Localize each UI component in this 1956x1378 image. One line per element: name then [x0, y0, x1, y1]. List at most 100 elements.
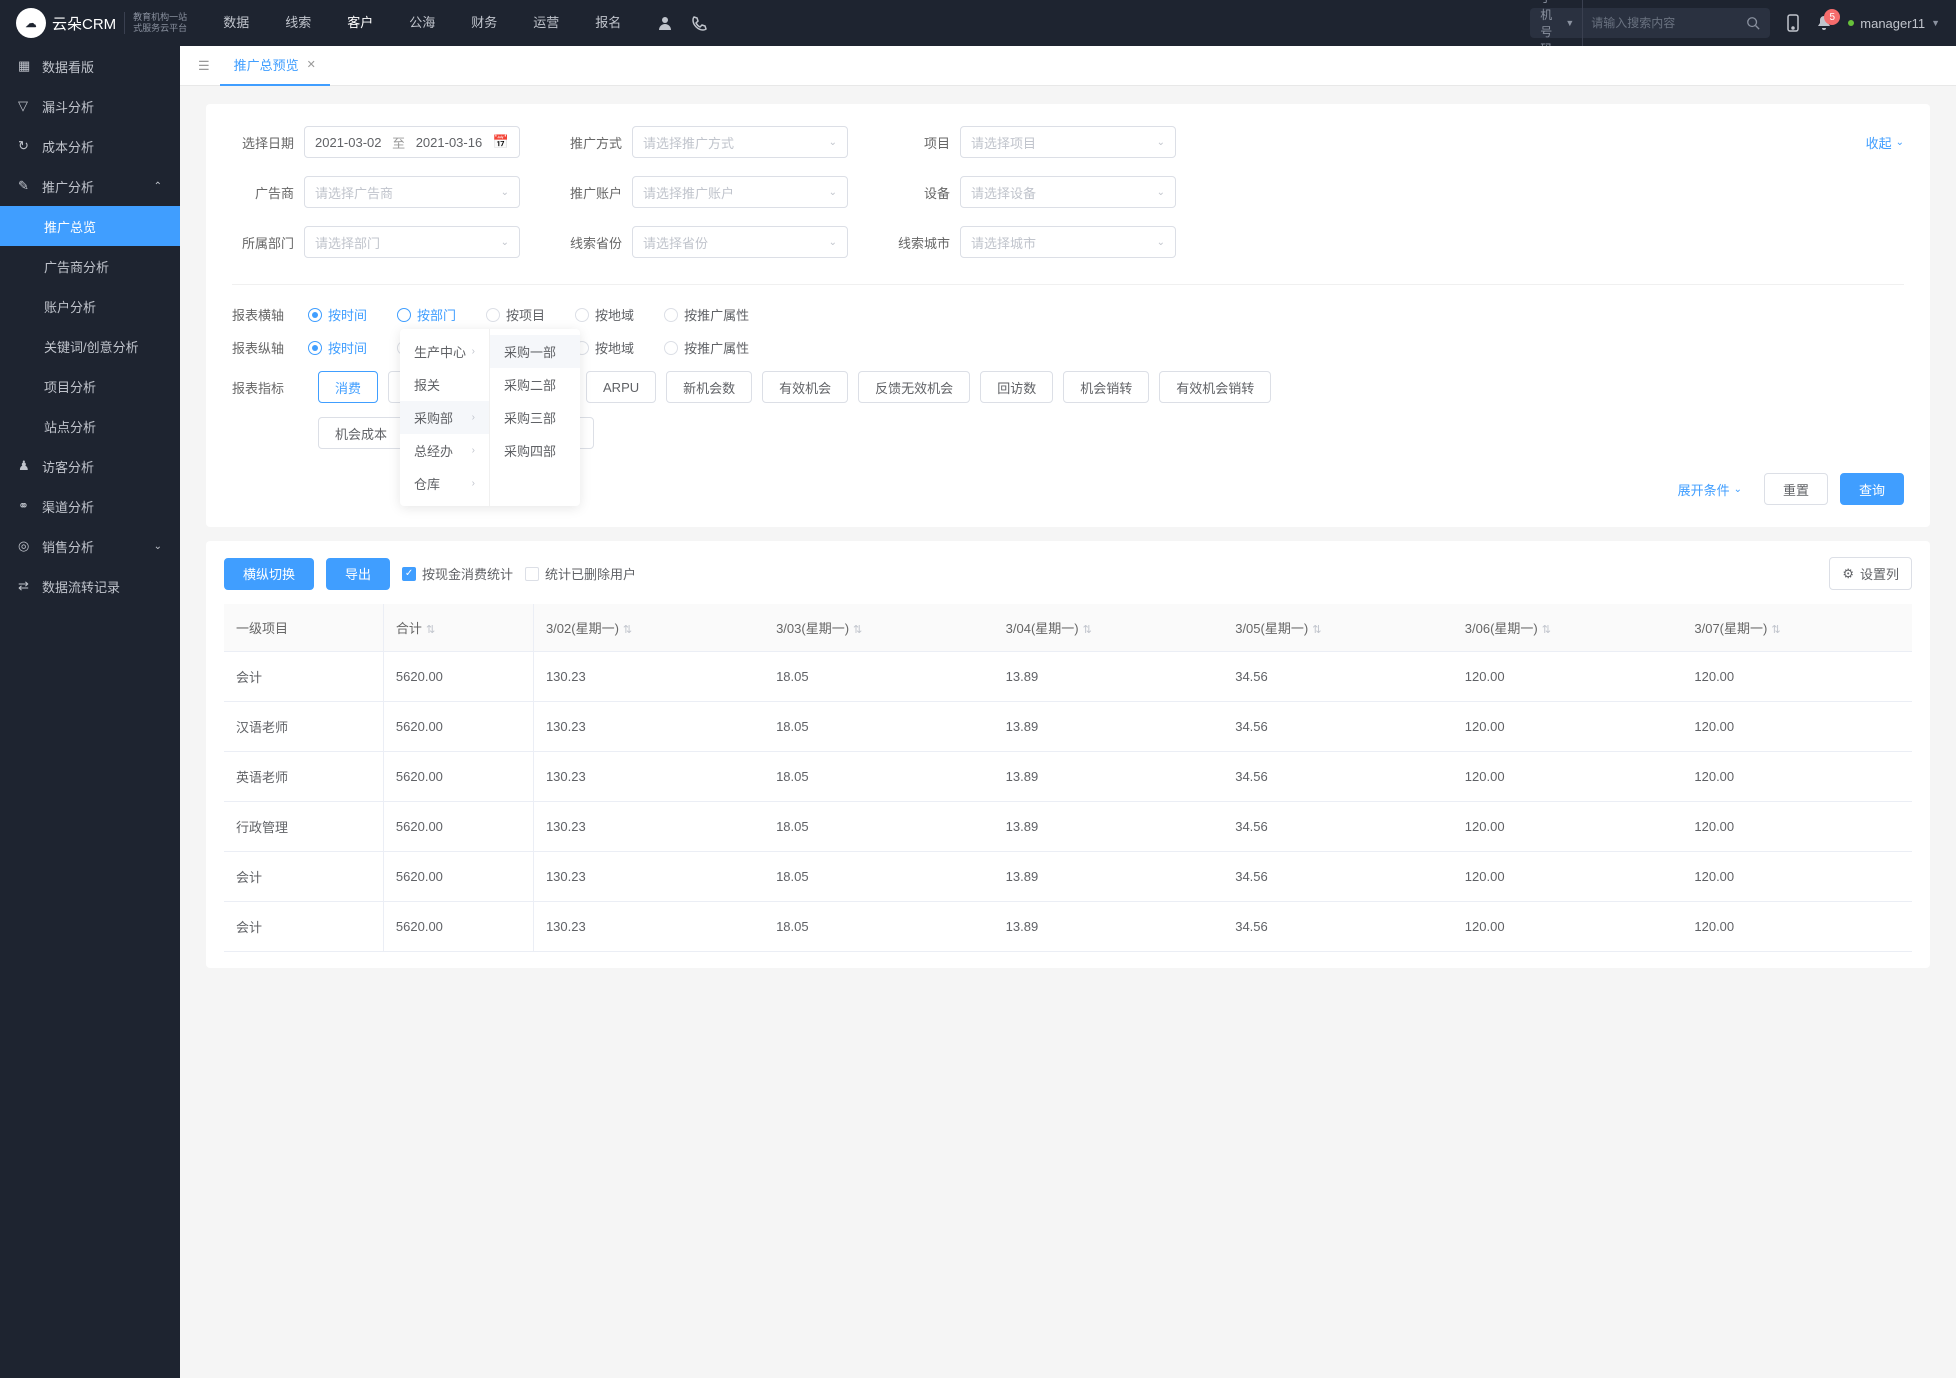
- device-select[interactable]: 请选择设备⌄: [960, 176, 1176, 208]
- phone-icon[interactable]: [691, 15, 707, 31]
- radio-option[interactable]: 按地域: [575, 338, 634, 357]
- table-header-cell[interactable]: 合计⇅: [383, 604, 533, 652]
- dropdown-option[interactable]: 采购部›: [400, 401, 489, 434]
- dropdown-option[interactable]: 采购一部: [490, 335, 580, 368]
- table-cell: 130.23: [533, 752, 764, 802]
- province-select[interactable]: 请选择省份⌄: [632, 226, 848, 258]
- table-cell: 13.89: [994, 802, 1224, 852]
- metric-tag[interactable]: 回访数: [980, 371, 1053, 403]
- radio-option[interactable]: 按项目: [486, 305, 545, 324]
- sidebar-item[interactable]: ✎推广分析⌃: [0, 166, 180, 206]
- sidebar-item[interactable]: ♟访客分析: [0, 446, 180, 486]
- metric-tag[interactable]: 反馈无效机会: [858, 371, 970, 403]
- reset-button[interactable]: 重置: [1764, 473, 1828, 505]
- dropdown-option[interactable]: 报关: [400, 368, 489, 401]
- metrics-label: 报表指标: [232, 378, 294, 397]
- metric-tag[interactable]: 新机会数: [666, 371, 752, 403]
- account-select[interactable]: 请选择推广账户⌄: [632, 176, 848, 208]
- metric-tag[interactable]: 机会成本: [318, 417, 404, 449]
- chevron-down-icon: ⌄: [1157, 137, 1165, 148]
- top-menu-item[interactable]: 运营: [517, 0, 575, 46]
- metric-tag[interactable]: 机会销转: [1063, 371, 1149, 403]
- table-header-cell[interactable]: 3/03(星期一)⇅: [764, 604, 994, 652]
- sidebar-sub-item[interactable]: 账户分析: [0, 286, 180, 326]
- sidebar-sub-item[interactable]: 项目分析: [0, 366, 180, 406]
- dropdown-option[interactable]: 仓库›: [400, 467, 489, 500]
- radio-option[interactable]: 按地域: [575, 305, 634, 324]
- table-cell: 18.05: [764, 852, 994, 902]
- radio-option[interactable]: 按部门: [397, 305, 456, 324]
- sidebar-sub-item[interactable]: 广告商分析: [0, 246, 180, 286]
- user-icon[interactable]: [657, 15, 673, 31]
- bell-icon[interactable]: 5: [1816, 15, 1832, 31]
- logo[interactable]: ☁ 云朵CRM 教育机构一站 式服务云平台: [16, 8, 187, 38]
- metric-tag[interactable]: 有效机会: [762, 371, 848, 403]
- project-select[interactable]: 请选择项目⌄: [960, 126, 1176, 158]
- metric-tag[interactable]: 消费: [318, 371, 378, 403]
- dropdown-option[interactable]: 采购四部: [490, 434, 580, 467]
- column-settings-button[interactable]: ⚙ 设置列: [1829, 557, 1912, 590]
- table-header-cell[interactable]: 3/04(星期一)⇅: [994, 604, 1224, 652]
- radio-dot: [486, 308, 500, 322]
- sidebar-sub-item[interactable]: 站点分析: [0, 406, 180, 446]
- top-menu-item[interactable]: 数据: [207, 0, 265, 46]
- table-header-cell[interactable]: 一级项目: [224, 604, 383, 652]
- sidebar-sub-item[interactable]: 关键词/创意分析: [0, 326, 180, 366]
- table-cell: 18.05: [764, 902, 994, 952]
- expand-conditions-link[interactable]: 展开条件 ⌄: [1678, 480, 1742, 499]
- cash-checkbox[interactable]: ✓按现金消费统计: [402, 564, 513, 583]
- switch-axis-button[interactable]: 横纵切换: [224, 558, 314, 590]
- table-cell: 120.00: [1453, 902, 1683, 952]
- city-select[interactable]: 请选择城市⌄: [960, 226, 1176, 258]
- table-header-cell[interactable]: 3/07(星期一)⇅: [1682, 604, 1912, 652]
- radio-option[interactable]: 按推广属性: [664, 338, 749, 357]
- city-label: 线索城市: [888, 233, 950, 252]
- close-icon[interactable]: ✕: [307, 58, 316, 71]
- top-menu-item[interactable]: 线索: [269, 0, 327, 46]
- top-menu-item[interactable]: 公海: [393, 0, 451, 46]
- tabs-collapse-icon[interactable]: ☰: [188, 58, 220, 74]
- search-input[interactable]: [1591, 16, 1746, 30]
- sidebar-sub-item[interactable]: 推广总览: [0, 206, 180, 246]
- radio-option[interactable]: 按推广属性: [664, 305, 749, 324]
- table-header-cell[interactable]: 3/06(星期一)⇅: [1453, 604, 1683, 652]
- top-menu-item[interactable]: 财务: [455, 0, 513, 46]
- tab-promo-overview[interactable]: 推广总预览 ✕: [220, 46, 330, 86]
- dropdown-option[interactable]: 采购三部: [490, 401, 580, 434]
- table-header-cell[interactable]: 3/02(星期一)⇅: [533, 604, 764, 652]
- search-icon[interactable]: [1746, 16, 1760, 30]
- export-button[interactable]: 导出: [326, 558, 390, 590]
- sidebar-item[interactable]: ▽漏斗分析: [0, 86, 180, 126]
- sidebar-item[interactable]: ⚭渠道分析: [0, 486, 180, 526]
- table-header-cell[interactable]: 3/05(星期一)⇅: [1223, 604, 1453, 652]
- dropdown-option[interactable]: 总经办›: [400, 434, 489, 467]
- device-icon[interactable]: [1786, 14, 1800, 32]
- sidebar-item[interactable]: ▦数据看版: [0, 46, 180, 86]
- date-range-picker[interactable]: 2021-03-02 至 2021-03-16 📅: [304, 126, 520, 158]
- top-menu-item[interactable]: 客户: [331, 0, 389, 46]
- dropdown-option[interactable]: 采购二部: [490, 368, 580, 401]
- table-cell: 13.89: [994, 852, 1224, 902]
- user-menu[interactable]: manager11 ▼: [1848, 16, 1940, 31]
- collapse-link[interactable]: 收起 ⌄: [1866, 133, 1904, 152]
- metric-tag[interactable]: ARPU: [586, 371, 656, 403]
- query-button[interactable]: 查询: [1840, 473, 1904, 505]
- brand-tagline: 教育机构一站 式服务云平台: [124, 12, 187, 34]
- cost-icon: ↻: [18, 138, 32, 154]
- dept-select[interactable]: 请选择部门⌄: [304, 226, 520, 258]
- deleted-checkbox[interactable]: 统计已删除用户: [525, 564, 636, 583]
- radio-option[interactable]: 按时间: [308, 305, 367, 324]
- sidebar-item[interactable]: ↻成本分析: [0, 126, 180, 166]
- dropdown-col-1: 生产中心›报关采购部›总经办›仓库›: [400, 329, 490, 506]
- advertiser-select[interactable]: 请选择广告商⌄: [304, 176, 520, 208]
- metric-tag[interactable]: 有效机会销转: [1159, 371, 1271, 403]
- radio-option[interactable]: 按时间: [308, 338, 367, 357]
- promo-method-select[interactable]: 请选择推广方式⌄: [632, 126, 848, 158]
- dropdown-option[interactable]: 生产中心›: [400, 335, 489, 368]
- sidebar-item[interactable]: ◎销售分析⌄: [0, 526, 180, 566]
- dept-dropdown: 生产中心›报关采购部›总经办›仓库› 采购一部采购二部采购三部采购四部: [400, 329, 580, 506]
- sidebar-item[interactable]: ⇄数据流转记录: [0, 566, 180, 606]
- top-menu-item[interactable]: 报名: [579, 0, 637, 46]
- search-box[interactable]: 手机号码 ▼: [1530, 8, 1770, 38]
- radio-dot: [308, 308, 322, 322]
